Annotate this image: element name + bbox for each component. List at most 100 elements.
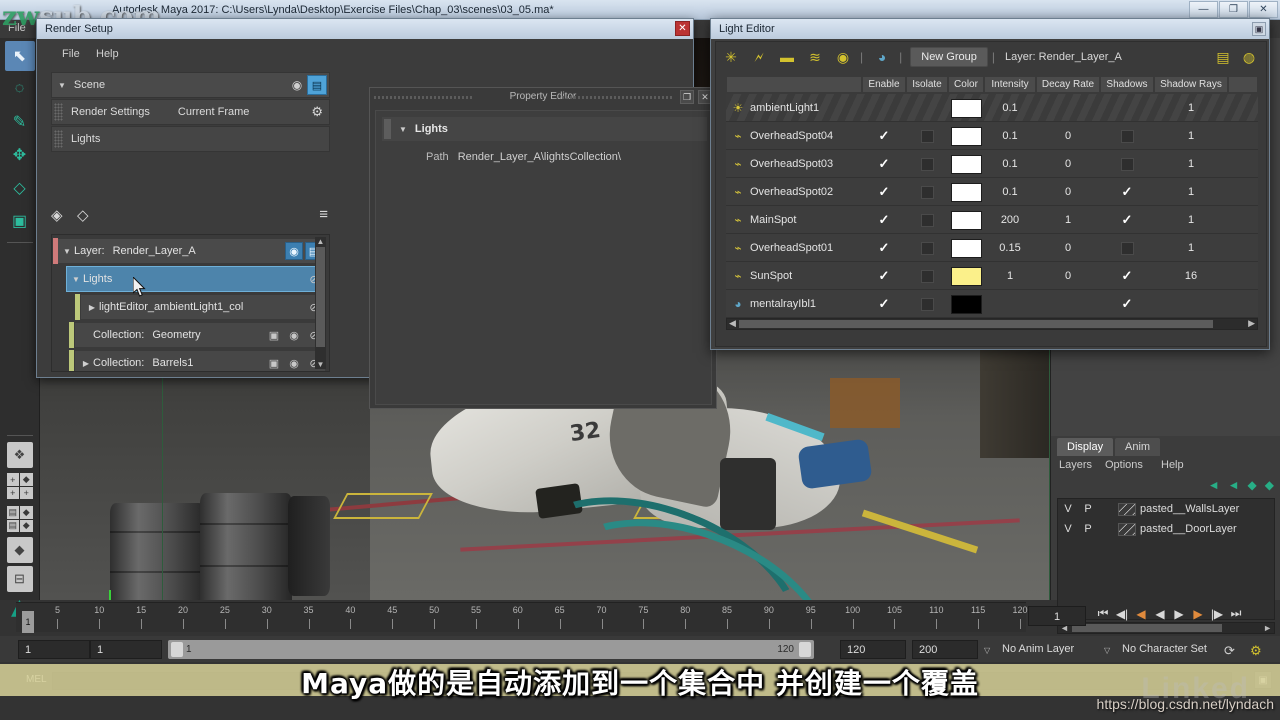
- collection-row-barrels[interactable]: ▶ Collection: Barrels1 ▣ ◉ ⊘: [69, 350, 326, 371]
- decay-rate-cell[interactable]: [1036, 94, 1100, 122]
- color-cell[interactable]: [948, 262, 984, 290]
- lasso-tool-icon[interactable]: ◌: [5, 74, 35, 104]
- collection-row-lights[interactable]: ▼ Lights ⊘: [66, 266, 326, 292]
- isolate-select-icon[interactable]: ◉: [285, 326, 303, 344]
- collection-filter-icon[interactable]: ▣: [265, 354, 283, 371]
- create-directional-light-icon[interactable]: 🗲: [746, 46, 772, 68]
- collection-filter-icon[interactable]: ▣: [265, 326, 283, 344]
- isolate-checkbox[interactable]: [906, 262, 948, 290]
- render-setup-close-button[interactable]: ✕: [675, 21, 690, 36]
- shadows-checkbox[interactable]: ✓: [1100, 206, 1154, 234]
- create-layer-from-selection-icon[interactable]: ◆: [1265, 478, 1274, 492]
- chevron-right-icon[interactable]: ▶: [85, 303, 99, 312]
- light-name-cell[interactable]: ☀ ambientLight1: [726, 101, 862, 115]
- move-tool-icon[interactable]: ✥: [5, 140, 35, 170]
- layer-playback-toggle[interactable]: P: [1078, 523, 1098, 535]
- tree-vertical-scrollbar[interactable]: ▲ ▼: [315, 237, 326, 369]
- decay-rate-cell[interactable]: 0: [1036, 122, 1100, 150]
- chevron-down-icon[interactable]: ▼: [399, 125, 407, 134]
- table-row[interactable]: ⌁ OverheadSpot02 ✓ 0.1 0 ✓ 1: [726, 178, 1258, 206]
- layer-visibility-toggle[interactable]: V: [1058, 503, 1078, 515]
- character-set-field[interactable]: No Character Set: [1116, 640, 1224, 659]
- col-header-color[interactable]: Color: [948, 76, 984, 93]
- shadows-checkbox[interactable]: ✓: [1100, 290, 1154, 318]
- intensity-cell[interactable]: 0.15: [984, 234, 1036, 262]
- shadow-rays-cell[interactable]: 1: [1154, 122, 1228, 150]
- minimize-button[interactable]: —: [1189, 1, 1218, 18]
- intensity-cell[interactable]: 200: [984, 206, 1036, 234]
- restore-button[interactable]: ❐: [1219, 1, 1248, 18]
- light-name-cell[interactable]: ⌁ OverheadSpot01: [726, 241, 862, 255]
- light-editor-horizontal-scrollbar[interactable]: ◀ ▶: [726, 318, 1258, 330]
- auto-keyframe-icon[interactable]: ⟳: [1224, 643, 1235, 659]
- isolate-checkbox[interactable]: [906, 150, 948, 178]
- color-cell[interactable]: [948, 150, 984, 178]
- enable-checkbox[interactable]: ✓: [862, 150, 906, 178]
- go-to-start-button[interactable]: ⏮: [1095, 606, 1111, 621]
- create-area-light-icon[interactable]: ▬: [774, 46, 800, 68]
- panel-grip-icon-2[interactable]: [562, 96, 672, 99]
- decay-rate-cell[interactable]: 1: [1036, 206, 1100, 234]
- range-slider[interactable]: 1 120: [168, 640, 814, 659]
- enable-checkbox[interactable]: ✓: [862, 206, 906, 234]
- filter-icon[interactable]: ≡: [319, 206, 328, 223]
- layout-outliner-icon[interactable]: ◆: [6, 537, 33, 563]
- render-setup-scene-row[interactable]: ▼ Scene ◉ ▤: [51, 72, 330, 98]
- scene-visibility-icon[interactable]: ◉: [287, 75, 307, 95]
- shadow-rays-cell[interactable]: 1: [1154, 234, 1228, 262]
- isolate-checkbox[interactable]: [906, 290, 948, 318]
- shadows-checkbox[interactable]: [1100, 94, 1154, 122]
- color-cell[interactable]: [948, 94, 984, 122]
- color-swatch[interactable]: [950, 210, 982, 230]
- color-cell[interactable]: [948, 206, 984, 234]
- create-empty-layer-icon[interactable]: ◆: [1248, 478, 1257, 492]
- decay-rate-cell[interactable]: 0: [1036, 178, 1100, 206]
- render-layer-row[interactable]: ▼ Layer: Render_Layer_A ◉ ▤: [53, 238, 326, 264]
- time-slider-current-frame-marker[interactable]: 1: [22, 611, 34, 633]
- select-tool-icon[interactable]: ⬉: [4, 41, 35, 71]
- table-row[interactable]: ◕ mentalrayIbl1 ✓ ✓: [726, 290, 1258, 318]
- shadows-checkbox[interactable]: [1100, 234, 1154, 262]
- time-slider[interactable]: 1 5 10 15 20 25 30 35 40 45 50 55 60 65 70 75 80 85 90 95 1…: [16, 602, 1028, 633]
- render-settings-row[interactable]: Render Settings Current Frame ⚙: [51, 99, 330, 125]
- intensity-cell[interactable]: [984, 290, 1036, 318]
- col-header-intensity[interactable]: Intensity: [984, 76, 1036, 93]
- decay-rate-cell[interactable]: 0: [1036, 262, 1100, 290]
- shadows-checkbox[interactable]: [1100, 122, 1154, 150]
- tab-anim[interactable]: Anim: [1115, 438, 1161, 456]
- animation-preferences-icon[interactable]: ⚙: [1250, 643, 1262, 659]
- scene-render-icon[interactable]: ▤: [307, 75, 327, 95]
- rotate-tool-icon[interactable]: ◇: [5, 173, 35, 203]
- scroll-down-arrow-icon[interactable]: ▼: [316, 360, 325, 369]
- paint-select-tool-icon[interactable]: ✎: [5, 107, 35, 137]
- color-swatch[interactable]: [950, 154, 982, 174]
- layer-name[interactable]: pasted__WallsLayer: [1140, 503, 1239, 515]
- light-name-cell[interactable]: ⌁ OverheadSpot03: [726, 157, 862, 171]
- create-volume-light-icon[interactable]: ≋: [802, 46, 828, 68]
- shadow-rays-cell[interactable]: 1: [1154, 206, 1228, 234]
- layer-playback-toggle[interactable]: P: [1078, 503, 1098, 515]
- enable-checkbox[interactable]: [862, 94, 906, 122]
- character-set-caret-icon[interactable]: ▽: [1104, 646, 1110, 655]
- shadow-rays-cell[interactable]: 16: [1154, 262, 1228, 290]
- isolate-checkbox[interactable]: [906, 234, 948, 262]
- table-row[interactable]: ⌁ OverheadSpot03 ✓ 0.1 0 1: [726, 150, 1258, 178]
- menu-options[interactable]: Options: [1105, 459, 1143, 471]
- tab-display[interactable]: Display: [1057, 438, 1114, 456]
- layer-color-swatch[interactable]: [1118, 502, 1136, 516]
- add-override-icon[interactable]: ◇: [77, 206, 89, 224]
- shadow-rays-cell[interactable]: 1: [1154, 178, 1228, 206]
- light-editor-close-button[interactable]: ▣: [1252, 22, 1266, 36]
- table-row[interactable]: ⌁ OverheadSpot01 ✓ 0.15 0 1: [726, 234, 1258, 262]
- col-header-isolate[interactable]: Isolate: [906, 76, 948, 93]
- col-header-shadow-rays[interactable]: Shadow Rays: [1154, 76, 1228, 93]
- color-cell[interactable]: [948, 178, 984, 206]
- scroll-right-arrow-icon[interactable]: ►: [1263, 623, 1272, 633]
- property-editor-section-header[interactable]: ▼ Lights: [382, 117, 707, 141]
- enable-checkbox[interactable]: ✓: [862, 234, 906, 262]
- anim-layer-caret-icon[interactable]: ▽: [984, 646, 990, 655]
- step-back-frame-button[interactable]: ◀: [1133, 607, 1149, 621]
- chevron-down-icon[interactable]: ▼: [60, 247, 74, 256]
- color-cell[interactable]: [948, 290, 984, 318]
- layout-single-icon[interactable]: ❖: [6, 442, 33, 468]
